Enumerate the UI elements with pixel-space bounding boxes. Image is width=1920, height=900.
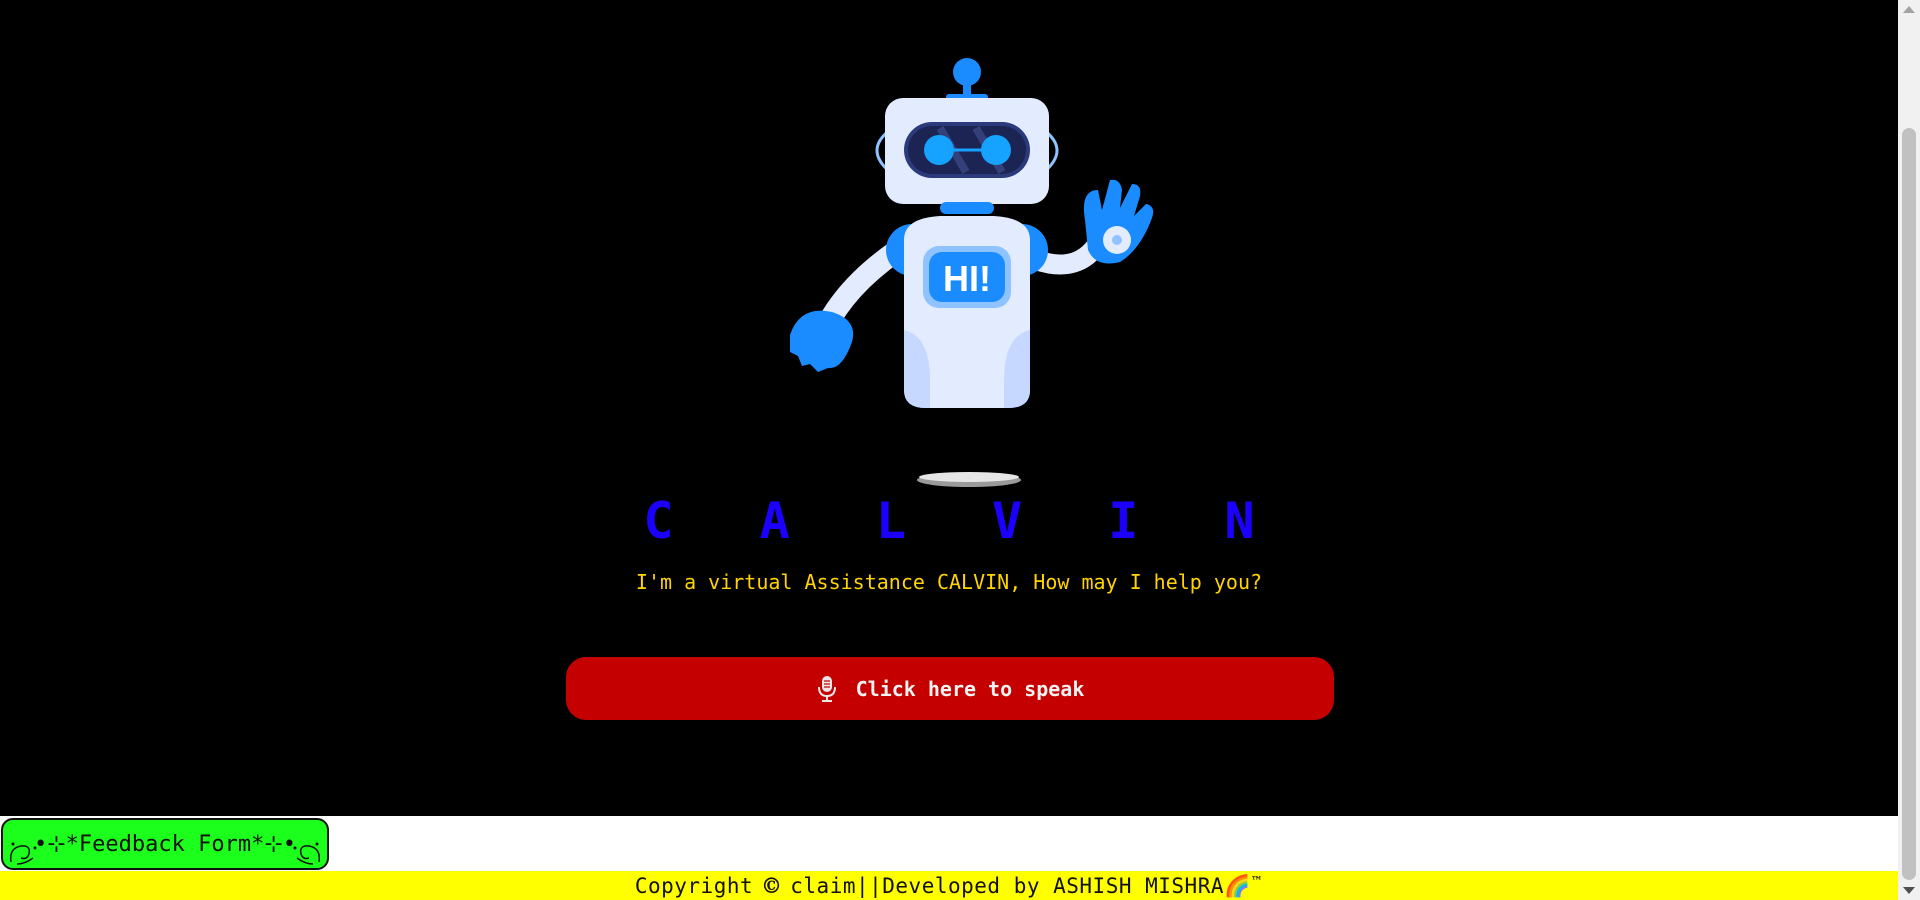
feedback-form-button[interactable]: •⊹*Feedback Form*⊹• [1, 818, 329, 870]
footer-text: Copyright © claim||Developed by ASHISH M… [635, 873, 1263, 899]
assistant-name: C A L V I N [643, 492, 1283, 550]
microphone-icon [817, 675, 836, 702]
swirl-ornament-icon [293, 842, 321, 865]
speak-button[interactable]: Click here to speak [566, 657, 1334, 720]
scrollbar-thumb[interactable] [1902, 128, 1916, 880]
rainbow-icon: 🌈 [1224, 872, 1251, 898]
swirl-ornament-icon [9, 842, 37, 865]
copyright-symbol: © [760, 872, 783, 898]
robot-eye-left [924, 135, 954, 165]
main-stage: HI! C A L V I N I'm a virtual Assistance… [0, 0, 1898, 816]
footer-bar: Copyright © claim||Developed by ASHISH M… [0, 871, 1898, 900]
robot-badge-text: HI! [943, 258, 991, 299]
robot-eye-right [981, 135, 1011, 165]
footer-credit: claim||Developed by ASHISH MISHRA [790, 873, 1224, 898]
scroll-down-arrow-icon[interactable] [1903, 887, 1915, 894]
robot-left-hand [790, 310, 854, 372]
scroll-up-arrow-icon[interactable] [1903, 6, 1915, 13]
trademark-symbol: ™ [1250, 873, 1264, 888]
robot-illustration: HI! [790, 58, 1154, 487]
vertical-scrollbar[interactable] [1898, 0, 1920, 900]
assistant-tagline: I'm a virtual Assistance CALVIN, How may… [635, 570, 1263, 594]
speak-button-label: Click here to speak [855, 676, 1085, 701]
footer-copyright-prefix: Copyright [634, 873, 754, 898]
robot-antenna-ball [953, 58, 981, 86]
feedback-form-label: •⊹*Feedback Form*⊹• [33, 831, 297, 857]
